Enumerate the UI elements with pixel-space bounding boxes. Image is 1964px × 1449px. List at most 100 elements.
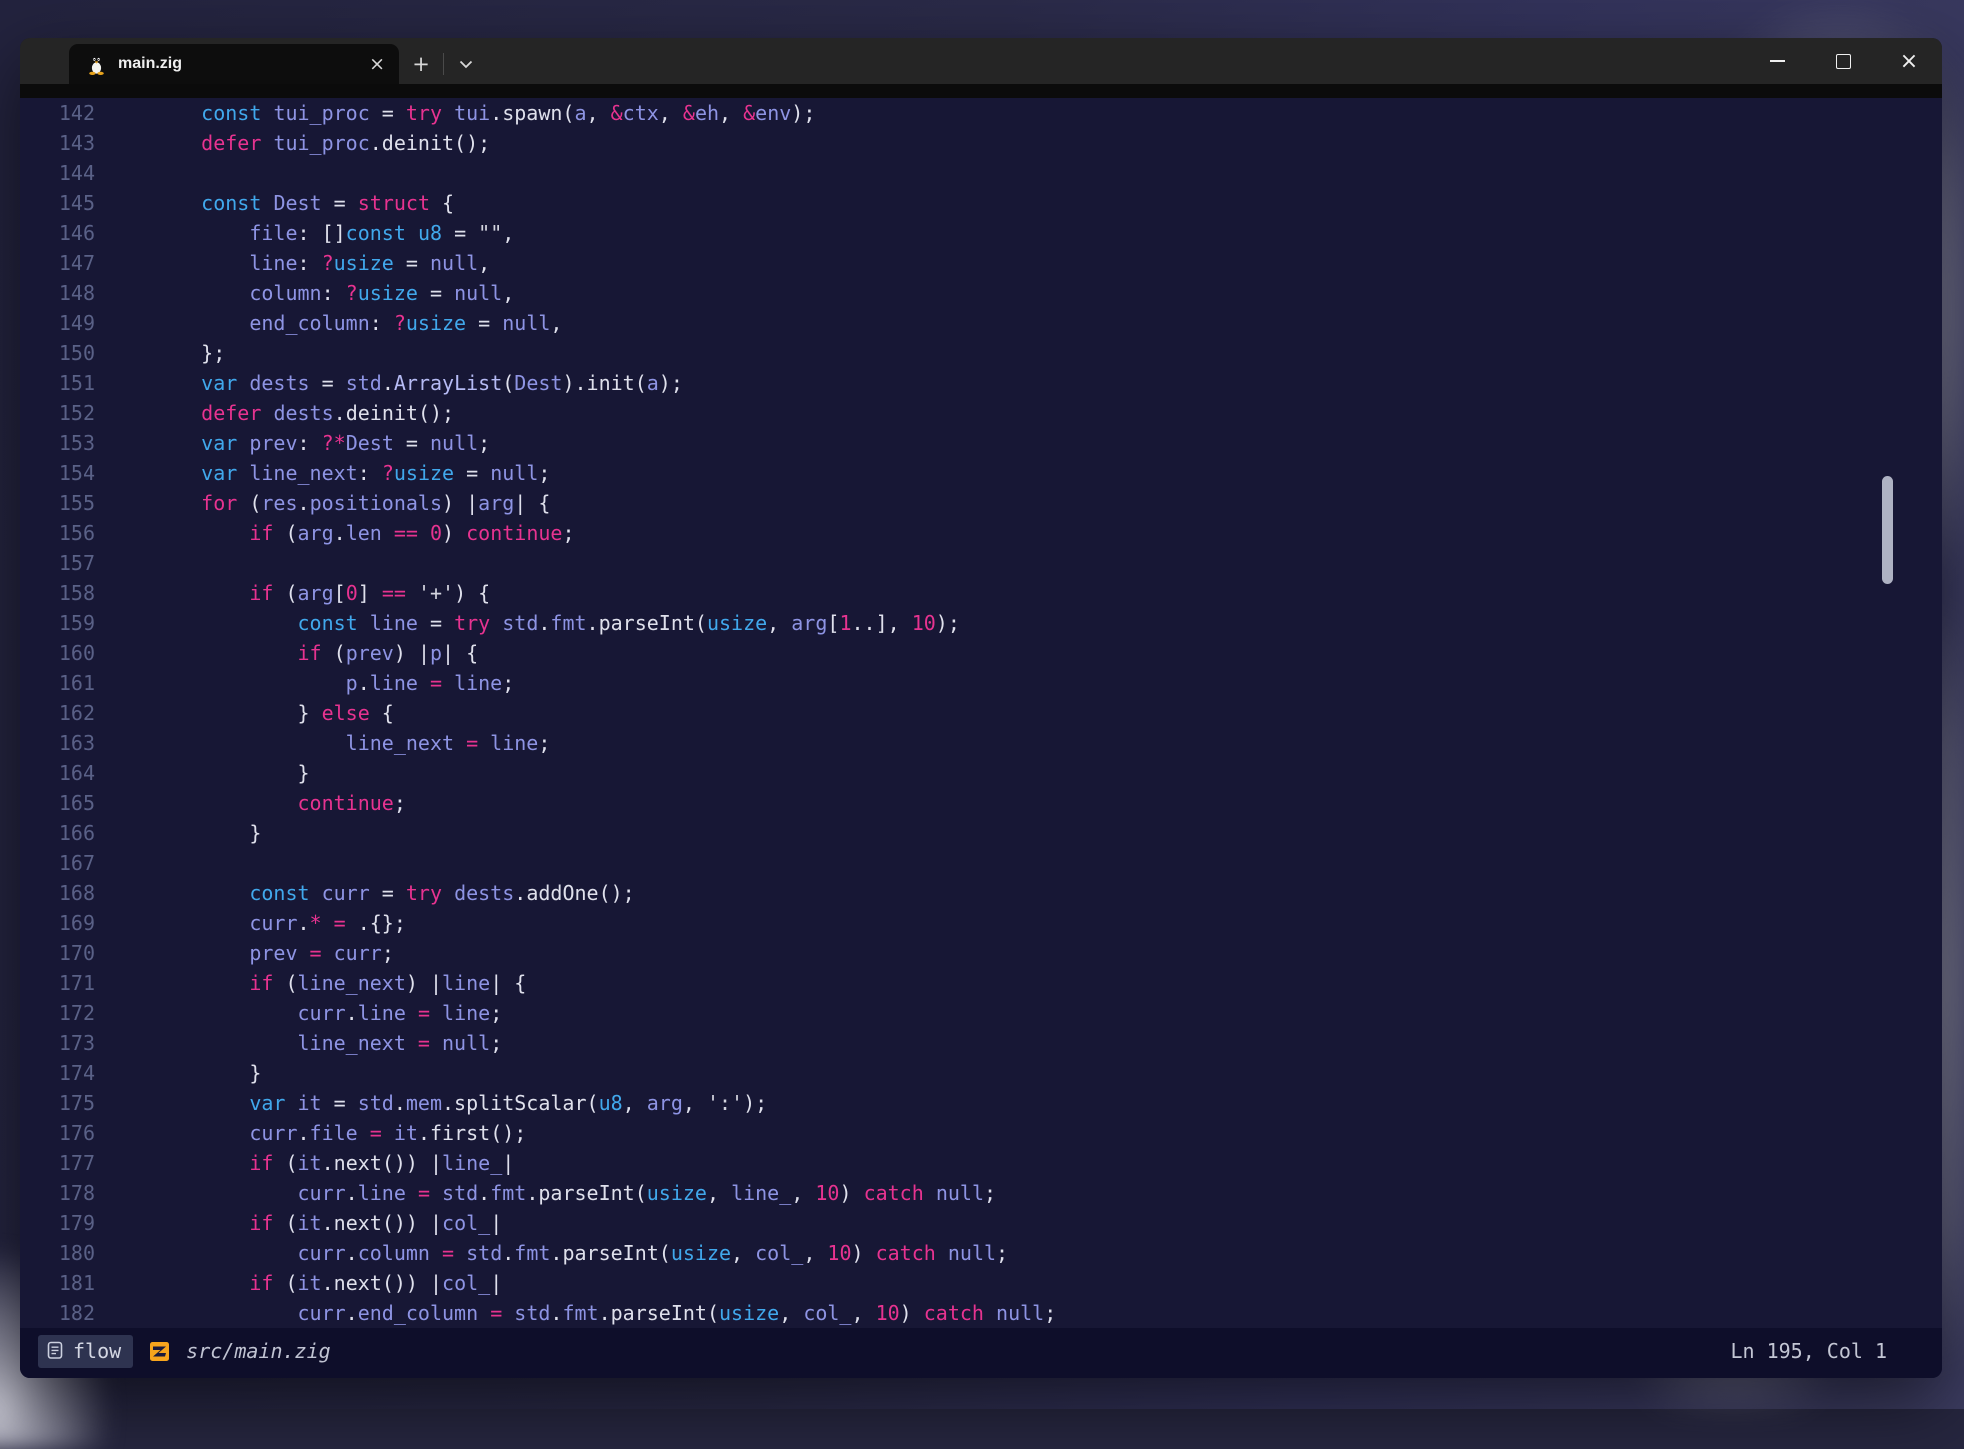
- scrollbar-thumb[interactable]: [1882, 476, 1893, 584]
- code-line[interactable]: 165 continue;: [23, 788, 1942, 818]
- tab-dropdown-button[interactable]: [444, 44, 488, 84]
- code-line[interactable]: 159 const line = try std.fmt.parseInt(us…: [23, 608, 1942, 638]
- code-text: line_next = null;: [153, 1028, 502, 1058]
- code-line[interactable]: 150 };: [23, 338, 1942, 368]
- line-number: 156: [23, 518, 95, 548]
- line-number: 170: [23, 938, 95, 968]
- code-line[interactable]: 168 const curr = try dests.addOne();: [23, 878, 1942, 908]
- code-line[interactable]: 162 } else {: [23, 698, 1942, 728]
- line-number: 158: [23, 578, 95, 608]
- line-number: 162: [23, 698, 95, 728]
- code-line[interactable]: 170 prev = curr;: [23, 938, 1942, 968]
- code-text: var prev: ?*Dest = null;: [153, 428, 490, 458]
- line-number: 146: [23, 218, 95, 248]
- terminal-window: main.zig × + × 142 const tui_proc = try …: [20, 38, 1942, 1378]
- line-number: 147: [23, 248, 95, 278]
- code-line[interactable]: 169 curr.* = .{};: [23, 908, 1942, 938]
- code-line[interactable]: 156 if (arg.len == 0) continue;: [23, 518, 1942, 548]
- code-text: var line_next: ?usize = null;: [153, 458, 550, 488]
- code-editor[interactable]: 142 const tui_proc = try tui.spawn(a, &c…: [20, 98, 1942, 1328]
- line-number: 175: [23, 1088, 95, 1118]
- code-line[interactable]: 174 }: [23, 1058, 1942, 1088]
- tab-close-icon[interactable]: ×: [369, 55, 385, 74]
- code-line[interactable]: 144: [23, 158, 1942, 188]
- code-text: defer dests.deinit();: [153, 398, 454, 428]
- tab-title: main.zig: [118, 55, 357, 73]
- minimize-button[interactable]: [1744, 38, 1810, 84]
- code-line[interactable]: 143 defer tui_proc.deinit();: [23, 128, 1942, 158]
- statusbar-cursor-position[interactable]: Ln 195, Col 1: [1730, 1339, 1887, 1363]
- code-line[interactable]: 142 const tui_proc = try tui.spawn(a, &c…: [23, 98, 1942, 128]
- code-text: curr.* = .{};: [153, 908, 406, 938]
- code-line[interactable]: 181 if (it.next()) |col_|: [23, 1268, 1942, 1298]
- line-number: 171: [23, 968, 95, 998]
- code-text: curr.column = std.fmt.parseInt(usize, co…: [153, 1238, 1008, 1268]
- code-line[interactable]: 163 line_next = line;: [23, 728, 1942, 758]
- code-line[interactable]: 166 }: [23, 818, 1942, 848]
- line-number: 167: [23, 848, 95, 878]
- code-line[interactable]: 180 curr.column = std.fmt.parseInt(usize…: [23, 1238, 1942, 1268]
- code-text: const line = try std.fmt.parseInt(usize,…: [153, 608, 960, 638]
- code-line[interactable]: 175 var it = std.mem.splitScalar(u8, arg…: [23, 1088, 1942, 1118]
- code-line[interactable]: 172 curr.line = line;: [23, 998, 1942, 1028]
- line-number: 154: [23, 458, 95, 488]
- code-text: line_next = line;: [153, 728, 550, 758]
- code-text: continue;: [153, 788, 406, 818]
- code-line[interactable]: 157: [23, 548, 1942, 578]
- line-number: 172: [23, 998, 95, 1028]
- code-text: if (it.next()) |col_|: [153, 1208, 502, 1238]
- line-number: 179: [23, 1208, 95, 1238]
- code-text: p.line = line;: [153, 668, 514, 698]
- window-titlebar: main.zig × + ×: [20, 38, 1942, 84]
- code-line[interactable]: 171 if (line_next) |line| {: [23, 968, 1942, 998]
- code-line[interactable]: 179 if (it.next()) |col_|: [23, 1208, 1942, 1238]
- code-line[interactable]: 146 file: []const u8 = "",: [23, 218, 1942, 248]
- line-number: 174: [23, 1058, 95, 1088]
- statusbar-file-path[interactable]: src/main.zig: [186, 1339, 331, 1363]
- code-line[interactable]: 154 var line_next: ?usize = null;: [23, 458, 1942, 488]
- new-tab-button[interactable]: +: [399, 44, 443, 84]
- code-text: end_column: ?usize = null,: [153, 308, 562, 338]
- code-text: file: []const u8 = "",: [153, 218, 514, 248]
- tab-main-zig[interactable]: main.zig ×: [69, 44, 399, 84]
- close-button[interactable]: ×: [1876, 38, 1942, 84]
- code-line[interactable]: 152 defer dests.deinit();: [23, 398, 1942, 428]
- code-line[interactable]: 160 if (prev) |p| {: [23, 638, 1942, 668]
- code-line[interactable]: 177 if (it.next()) |line_|: [23, 1148, 1942, 1178]
- line-number: 159: [23, 608, 95, 638]
- code-line[interactable]: 164 }: [23, 758, 1942, 788]
- code-text: if (arg[0] == '+') {: [153, 578, 490, 608]
- maximize-button[interactable]: [1810, 38, 1876, 84]
- code-line[interactable]: 148 column: ?usize = null,: [23, 278, 1942, 308]
- line-number: 148: [23, 278, 95, 308]
- line-number: 177: [23, 1148, 95, 1178]
- code-text: };: [153, 338, 225, 368]
- code-line[interactable]: 155 for (res.positionals) |arg| {: [23, 488, 1942, 518]
- line-number: 166: [23, 818, 95, 848]
- code-line[interactable]: 167: [23, 848, 1942, 878]
- code-line[interactable]: 176 curr.file = it.first();: [23, 1118, 1942, 1148]
- statusbar-mode-chip[interactable]: flow: [38, 1335, 133, 1368]
- code-line[interactable]: 153 var prev: ?*Dest = null;: [23, 428, 1942, 458]
- code-text: column: ?usize = null,: [153, 278, 514, 308]
- tux-icon: [87, 53, 106, 75]
- code-line[interactable]: 149 end_column: ?usize = null,: [23, 308, 1942, 338]
- code-text: } else {: [153, 698, 394, 728]
- code-text: curr.line = std.fmt.parseInt(usize, line…: [153, 1178, 996, 1208]
- minimize-icon: [1770, 60, 1785, 62]
- code-line[interactable]: 151 var dests = std.ArrayList(Dest).init…: [23, 368, 1942, 398]
- code-line[interactable]: 173 line_next = null;: [23, 1028, 1942, 1058]
- line-number: 142: [23, 98, 95, 128]
- code-line[interactable]: 145 const Dest = struct {: [23, 188, 1942, 218]
- code-text: defer tui_proc.deinit();: [153, 128, 490, 158]
- code-text: if (it.next()) |col_|: [153, 1268, 502, 1298]
- code-line[interactable]: 182 curr.end_column = std.fmt.parseInt(u…: [23, 1298, 1942, 1328]
- code-line[interactable]: 147 line: ?usize = null,: [23, 248, 1942, 278]
- code-text: }: [153, 758, 310, 788]
- code-line[interactable]: 161 p.line = line;: [23, 668, 1942, 698]
- line-number: 151: [23, 368, 95, 398]
- code-text: const tui_proc = try tui.spawn(a, &ctx, …: [153, 98, 815, 128]
- code-line[interactable]: 158 if (arg[0] == '+') {: [23, 578, 1942, 608]
- zig-icon: [149, 1341, 170, 1362]
- code-line[interactable]: 178 curr.line = std.fmt.parseInt(usize, …: [23, 1178, 1942, 1208]
